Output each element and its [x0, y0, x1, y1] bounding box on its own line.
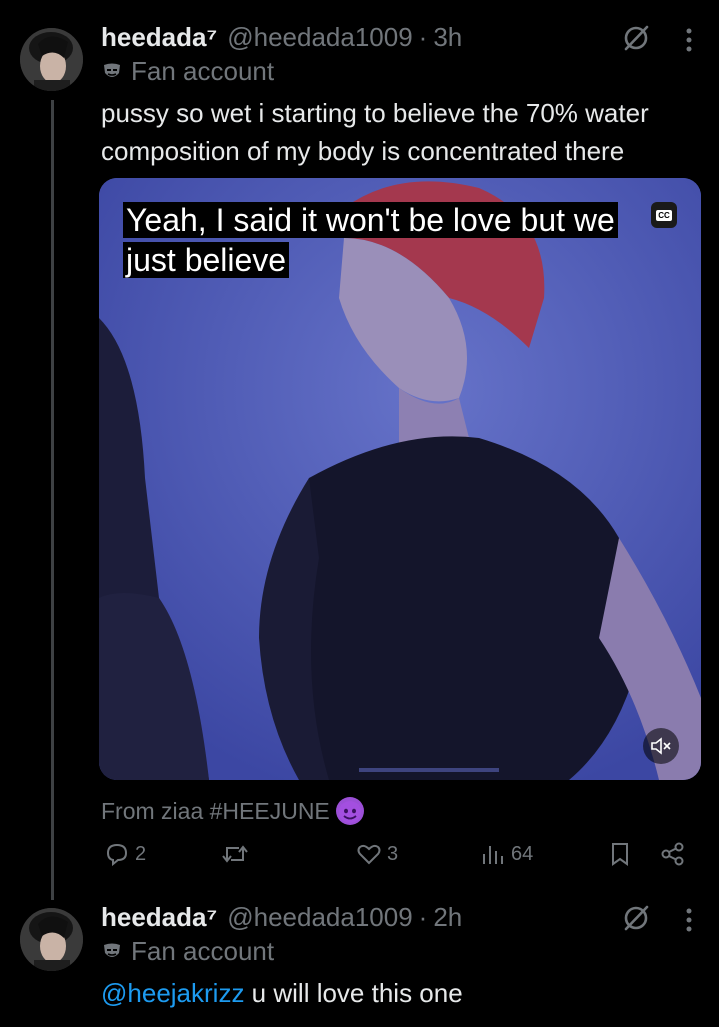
tweet-text: @heejakrizz u will love this one — [101, 974, 701, 1012]
views-count: 64 — [511, 842, 534, 865]
share-icon — [661, 842, 684, 866]
like-button[interactable]: 3 — [355, 840, 398, 868]
share-button[interactable] — [659, 840, 691, 868]
reply-button[interactable]: 2 — [103, 840, 146, 868]
grok-icon[interactable] — [620, 22, 652, 54]
more-icon[interactable] — [683, 24, 695, 56]
reply-count: 2 — [135, 842, 147, 865]
devil-emoji-icon — [335, 797, 364, 825]
handle[interactable]: @heedada1009 — [227, 22, 412, 53]
video-attribution[interactable]: From ziaa #HEEJUNE — [101, 797, 364, 825]
retweet-button[interactable] — [219, 840, 255, 868]
avatar[interactable] — [20, 908, 83, 971]
cc-button[interactable]: CC — [651, 202, 677, 228]
tweet-text-body: u will love this one — [244, 978, 463, 1008]
like-count: 3 — [387, 842, 399, 865]
more-icon[interactable] — [683, 904, 695, 936]
timestamp[interactable]: 3h — [433, 22, 462, 53]
mute-icon — [651, 737, 671, 755]
fan-account-text: Fan account — [131, 56, 275, 86]
cc-icon: CC — [656, 209, 672, 221]
tweet-text: pussy so wet i starting to believe the 7… — [101, 94, 701, 170]
separator-dot: · — [418, 902, 428, 932]
avatar[interactable] — [20, 28, 83, 91]
bookmark-icon — [612, 843, 628, 866]
fan-account-icon — [104, 63, 120, 77]
attribution-text: From ziaa #HEEJUNE — [101, 797, 330, 824]
handle[interactable]: @heedada1009 — [227, 902, 412, 933]
views-button[interactable]: 64 — [479, 840, 533, 868]
display-name[interactable]: heedada⁷ — [101, 902, 217, 933]
display-name[interactable]: heedada⁷ — [101, 22, 217, 53]
tweet-header: heedada⁷ @heedada1009 · 3h — [101, 22, 462, 56]
tweet-2[interactable]: heedada⁷ @heedada1009 · 2h Fan account @… — [0, 900, 719, 1027]
tweet-text-line: composition of my body is concentrated t… — [101, 136, 625, 166]
bookmark-button[interactable] — [606, 840, 638, 868]
fan-account-icon — [104, 943, 120, 957]
mute-button[interactable] — [643, 728, 679, 764]
reply-icon — [106, 843, 128, 867]
caption-text: Yeah, I said it won't be love but we jus… — [123, 202, 618, 278]
fan-account-label: Fan account — [101, 56, 274, 87]
tweet-header: heedada⁷ @heedada1009 · 2h — [101, 902, 462, 936]
tweet-1[interactable]: heedada⁷ @heedada1009 · 3h Fan account p… — [0, 0, 719, 900]
like-icon — [357, 844, 381, 865]
timestamp[interactable]: 2h — [433, 902, 462, 933]
separator-dot: · — [418, 22, 428, 52]
tweet-text-line: pussy so wet i starting to believe the 7… — [101, 98, 649, 128]
retweet-icon — [222, 845, 248, 863]
fan-account-text: Fan account — [131, 936, 275, 966]
tweet-actions: 2 3 64 — [101, 840, 691, 880]
video-player[interactable]: Yeah, I said it won't be love but we jus… — [99, 178, 701, 780]
mention-link[interactable]: @heejakrizz — [101, 978, 244, 1008]
views-icon — [483, 846, 503, 864]
video-caption: Yeah, I said it won't be love but we jus… — [123, 200, 623, 280]
fan-account-label: Fan account — [101, 936, 274, 967]
grok-icon[interactable] — [620, 902, 652, 934]
